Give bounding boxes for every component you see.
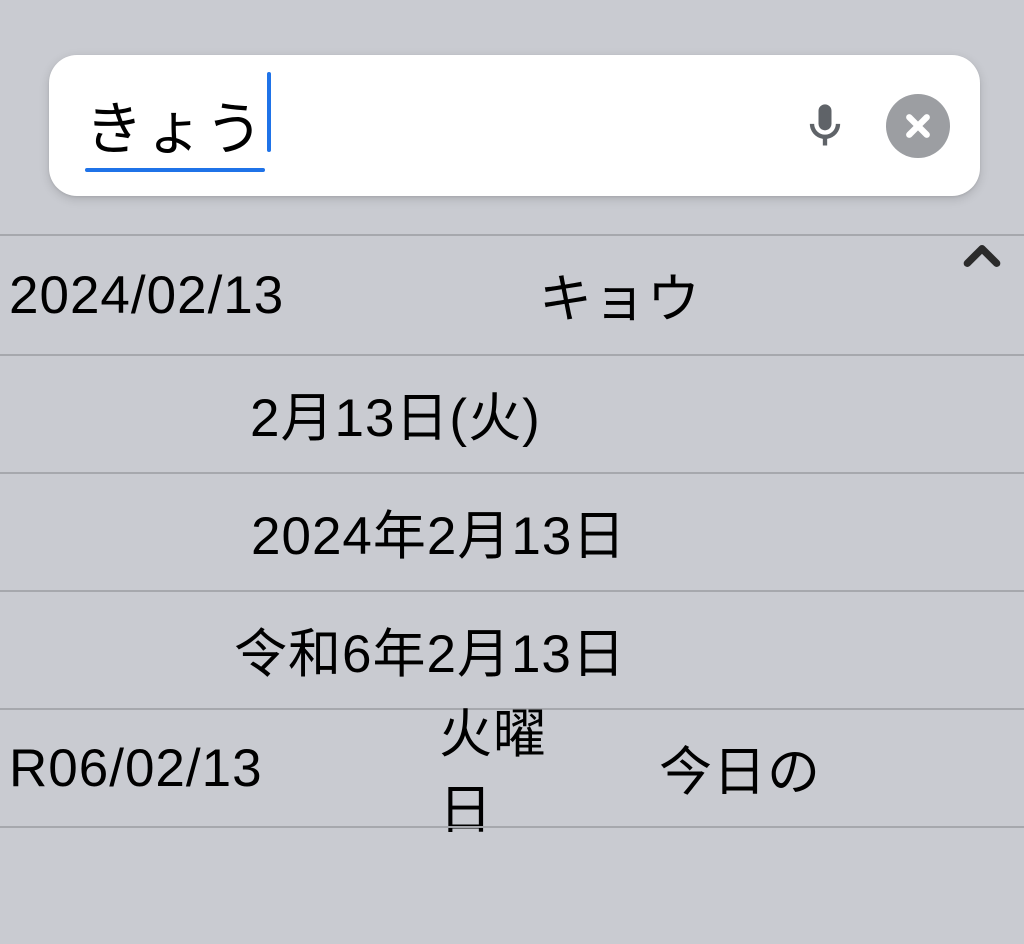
candidate-row[interactable]: 2024年2月13日 <box>0 472 1024 590</box>
candidate-text: キョウ <box>399 257 1024 333</box>
candidate-row[interactable] <box>0 826 1024 944</box>
candidate-text: 2024/02/13 <box>9 265 399 326</box>
candidate-text: 今日の <box>554 730 821 806</box>
candidate-text: 火曜日 <box>319 692 554 844</box>
candidate-text: R06/02/13 <box>9 738 319 799</box>
search-input-text: きょう <box>85 82 265 170</box>
microphone-icon[interactable] <box>790 91 860 161</box>
candidate-row[interactable]: 令和6年2月13日 <box>0 590 1024 708</box>
candidate-text: 2024年2月13日 <box>251 494 626 570</box>
candidate-row[interactable]: 2024/02/13 キョウ <box>0 234 1024 354</box>
candidate-list: 2024/02/13 キョウ 2月13日(火) 2024年2月13日 令和6年2… <box>0 234 1024 944</box>
search-box: きょう <box>49 55 980 196</box>
ime-underline <box>85 168 265 172</box>
candidate-text: 2月13日(火) <box>250 376 541 452</box>
search-input[interactable]: きょう <box>85 55 790 196</box>
candidate-row[interactable]: 2月13日(火) <box>0 354 1024 472</box>
candidate-row[interactable]: R06/02/13 火曜日 今日の <box>0 708 1024 826</box>
chevron-up-icon[interactable] <box>952 226 1012 286</box>
clear-button[interactable] <box>886 94 950 158</box>
text-cursor <box>267 72 271 152</box>
candidate-text: 令和6年2月13日 <box>234 612 626 688</box>
